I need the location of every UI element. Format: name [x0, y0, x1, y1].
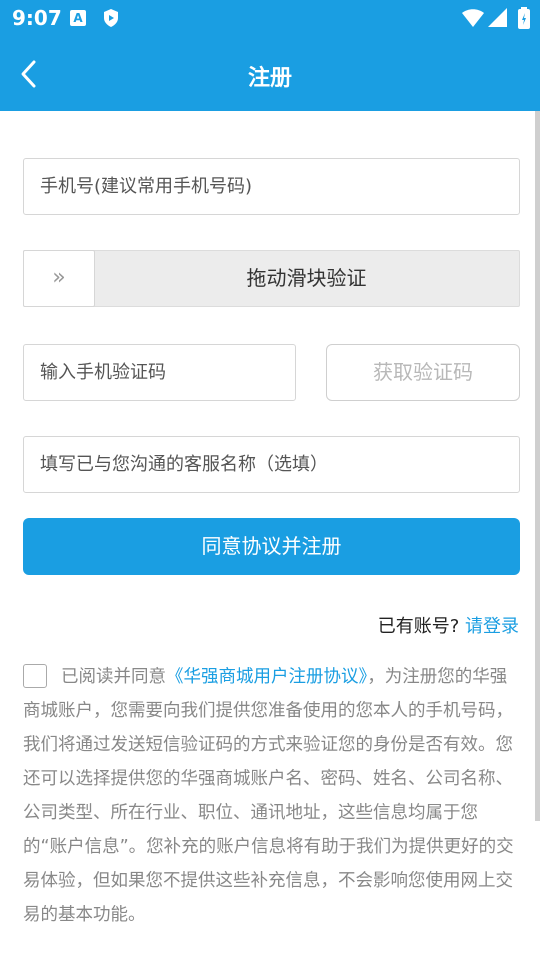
protocol-link[interactable]: 《华强商城用户注册协议》: [166, 667, 367, 687]
login-link[interactable]: 请登录: [465, 616, 519, 637]
battery-icon: [518, 7, 530, 33]
app-bar: 注册: [0, 36, 540, 111]
slider-handle[interactable]: »: [23, 250, 95, 307]
shield-icon: [102, 8, 120, 32]
signal-icon: [488, 8, 508, 32]
login-prompt: 已有账号?: [377, 616, 460, 637]
slider-verification[interactable]: » 拖动滑块验证: [23, 250, 520, 307]
agreement-prefix: 已阅读并同意: [61, 667, 166, 687]
agreement-checkbox[interactable]: [23, 664, 47, 688]
register-button[interactable]: 同意协议并注册: [23, 518, 520, 575]
phone-input[interactable]: [24, 159, 519, 214]
phone-field[interactable]: [23, 158, 520, 215]
sms-code-input[interactable]: [24, 345, 295, 400]
page-title: 注册: [247, 66, 292, 91]
agreement-body: ，为注册您的华强商城账户，您需要向我们提供您准备使用的您本人的手机号码，我们将通…: [23, 667, 514, 925]
status-time: 9:07: [12, 6, 62, 30]
app-notification-icon: A: [70, 10, 86, 26]
slider-label: 拖动滑块验证: [246, 266, 367, 290]
service-name-input[interactable]: [24, 437, 519, 492]
login-row: 已有账号? 请登录: [378, 612, 519, 638]
status-bar: 9:07 A: [0, 0, 540, 36]
agreement-text: 已阅读并同意《华强商城用户注册协议》，为注册您的华强商城账户，您需要向我们提供您…: [23, 660, 517, 932]
service-name-field[interactable]: [23, 436, 520, 493]
sms-code-field[interactable]: [23, 344, 296, 401]
wifi-icon: [462, 8, 484, 32]
get-code-button[interactable]: 获取验证码: [326, 344, 520, 401]
scrollbar[interactable]: [535, 111, 540, 821]
